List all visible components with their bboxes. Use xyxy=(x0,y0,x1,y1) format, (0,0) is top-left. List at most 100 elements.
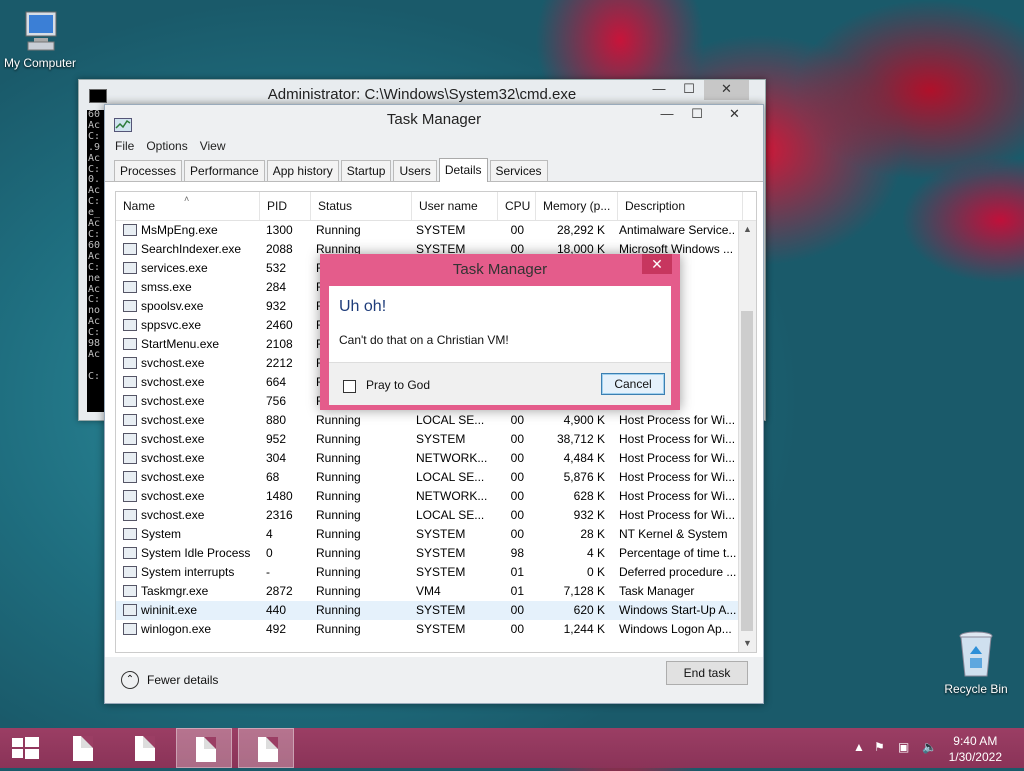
table-row[interactable]: wininit.exe 440 Running SYSTEM 00 620 K Window… xyxy=(116,601,756,620)
system-clock[interactable]: 9:40 AM 1/30/2022 xyxy=(949,733,1002,765)
process-icon xyxy=(123,376,137,388)
scroll-down-icon[interactable]: ▼ xyxy=(739,635,756,652)
fewer-details-button[interactable]: ⌃ Fewer details xyxy=(121,671,218,689)
cell-status: Running xyxy=(316,470,361,484)
maximize-button[interactable]: ☐ xyxy=(674,80,704,100)
tm-footer: ⌃ Fewer details End task xyxy=(105,657,763,703)
process-icon xyxy=(123,433,137,445)
menu-options[interactable]: Options xyxy=(146,139,187,153)
vertical-scrollbar[interactable]: ▲ ▼ xyxy=(738,221,756,652)
end-task-button[interactable]: End task xyxy=(666,661,748,685)
tab-startup[interactable]: Startup xyxy=(340,160,392,181)
scroll-up-icon[interactable]: ▲ xyxy=(739,221,756,238)
action-center-flag-icon[interactable]: ⚑ xyxy=(874,740,885,754)
process-icon xyxy=(123,547,137,559)
taskbar-item-3[interactable] xyxy=(176,728,232,768)
tab-users[interactable]: Users xyxy=(393,160,437,181)
desktop-icon-my-computer[interactable]: My Computer xyxy=(0,10,80,70)
minimize-button[interactable]: — xyxy=(644,80,674,100)
minimize-button[interactable]: — xyxy=(652,105,682,125)
cell-name: svchost.exe xyxy=(116,506,259,525)
taskbar-item-2[interactable] xyxy=(116,728,172,768)
dialog-close-button[interactable]: ✕ xyxy=(642,254,672,274)
table-row[interactable]: svchost.exe 880 Running LOCAL SE... 00 4,900 … xyxy=(116,411,756,430)
table-row[interactable]: System interrupts - Running SYSTEM 01 0 K Defe… xyxy=(116,563,756,582)
cell-pid: - xyxy=(266,565,270,579)
cell-pid: 1300 xyxy=(266,223,293,237)
tab-performance[interactable]: Performance xyxy=(184,160,265,181)
cell-name: svchost.exe xyxy=(116,468,259,487)
table-row[interactable]: svchost.exe 1480 Running NETWORK... 00 628 K H… xyxy=(116,487,756,506)
error-dialog[interactable]: Task Manager ✕ Uh oh! Can't do that on a… xyxy=(320,254,680,410)
table-row[interactable]: svchost.exe 68 Running LOCAL SE... 00 5,876 K… xyxy=(116,468,756,487)
tm-title-bar[interactable]: Task Manager — ☐ ✕ xyxy=(105,105,763,135)
column-header-memory[interactable]: Memory (p... xyxy=(536,192,618,220)
tab-processes[interactable]: Processes xyxy=(114,160,183,181)
cell-pid: 2088 xyxy=(266,242,293,256)
cell-user: SYSTEM xyxy=(416,432,466,446)
cell-pid: 756 xyxy=(266,394,287,408)
start-button[interactable] xyxy=(0,728,56,768)
table-row[interactable]: winlogon.exe 492 Running SYSTEM 00 1,244 K Win… xyxy=(116,620,756,639)
cell-name: StartMenu.exe xyxy=(116,335,259,354)
cell-user: SYSTEM xyxy=(416,565,466,579)
cell-desc: Antimalware Service... xyxy=(619,223,736,237)
cell-mem: 28,292 K xyxy=(556,223,605,237)
scroll-thumb[interactable] xyxy=(741,311,753,631)
process-name: spoolsv.exe xyxy=(141,299,204,313)
pray-checkbox-label[interactable]: Pray to God xyxy=(366,378,430,392)
maximize-button[interactable]: ☐ xyxy=(682,105,712,125)
menu-view[interactable]: View xyxy=(200,139,226,153)
close-button[interactable]: ✕ xyxy=(712,105,757,125)
close-button[interactable]: ✕ xyxy=(704,80,749,100)
cell-mem: 5,876 K xyxy=(563,470,605,484)
table-row[interactable]: svchost.exe 952 Running SYSTEM 00 38,712 K Hos… xyxy=(116,430,756,449)
process-name: svchost.exe xyxy=(141,413,205,427)
process-name: System Idle Process xyxy=(141,546,251,560)
cell-pid: 1480 xyxy=(266,489,293,503)
cell-cpu: 00 xyxy=(510,527,524,541)
tab-details[interactable]: Details xyxy=(438,158,488,182)
cell-cpu: 01 xyxy=(510,584,524,598)
process-icon xyxy=(123,490,137,502)
column-header-description[interactable]: Description xyxy=(618,192,743,220)
cell-cpu: 00 xyxy=(510,413,524,427)
pray-checkbox[interactable] xyxy=(343,380,356,393)
process-name: svchost.exe xyxy=(141,508,205,522)
taskbar-item-1[interactable] xyxy=(54,728,110,768)
tab-services[interactable]: Services xyxy=(489,160,548,181)
cell-pid: 492 xyxy=(266,622,287,636)
table-row[interactable]: MsMpEng.exe 1300 Running SYSTEM 00 28,292 K An… xyxy=(116,221,756,240)
table-row[interactable]: System 4 Running SYSTEM 00 28 K NT Kernel & Sy… xyxy=(116,525,756,544)
process-name: svchost.exe xyxy=(141,432,205,446)
tab-app-history[interactable]: App history xyxy=(266,160,339,181)
table-row[interactable]: svchost.exe 304 Running NETWORK... 00 4,484 K… xyxy=(116,449,756,468)
column-header-user[interactable]: User name xyxy=(412,192,498,220)
menu-file[interactable]: File xyxy=(115,139,134,153)
cell-cpu: 00 xyxy=(510,432,524,446)
cell-status: Running xyxy=(316,527,361,541)
cancel-button[interactable]: Cancel xyxy=(601,373,665,395)
cell-name: svchost.exe xyxy=(116,487,259,506)
table-row[interactable]: svchost.exe 2316 Running LOCAL SE... 00 932 K… xyxy=(116,506,756,525)
process-icon xyxy=(123,338,137,350)
taskbar: ▲ ⚑ ▣ 🔈 9:40 AM 1/30/2022 xyxy=(0,728,1024,768)
cell-mem: 932 K xyxy=(573,508,605,522)
show-hidden-icons[interactable]: ▲ xyxy=(853,740,865,754)
cell-user: NETWORK... xyxy=(416,451,488,465)
fewer-details-label: Fewer details xyxy=(147,673,219,687)
process-icon xyxy=(123,262,137,274)
table-row[interactable]: System Idle Process 0 Running SYSTEM 98 4 K Pe… xyxy=(116,544,756,563)
cmd-title: Administrator: C:\Windows\System32\cmd.e… xyxy=(267,86,577,103)
cell-mem: 1,244 K xyxy=(563,622,605,636)
taskbar-item-4[interactable] xyxy=(238,728,294,768)
cell-mem: 38,712 K xyxy=(556,432,605,446)
column-header-status[interactable]: Status xyxy=(311,192,412,220)
column-header-pid[interactable]: PID xyxy=(260,192,311,220)
network-icon[interactable]: ▣ xyxy=(898,740,909,754)
column-header-cpu[interactable]: CPU xyxy=(498,192,536,220)
volume-muted-icon[interactable]: 🔈 xyxy=(922,740,937,754)
desktop-icon-recycle-bin[interactable]: Recycle Bin xyxy=(936,630,1016,696)
cell-cpu: 00 xyxy=(510,451,524,465)
table-row[interactable]: Taskmgr.exe 2872 Running VM4 01 7,128 K Task M… xyxy=(116,582,756,601)
